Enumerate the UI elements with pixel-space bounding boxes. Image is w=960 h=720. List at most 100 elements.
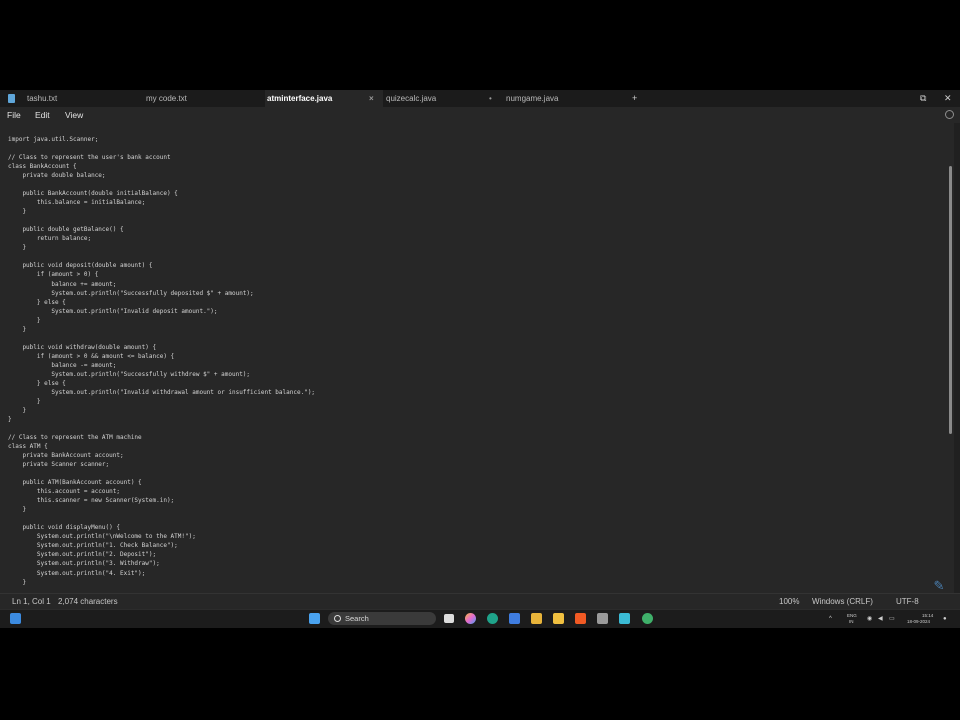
- whatsapp-icon[interactable]: [642, 613, 653, 624]
- restore-window-button[interactable]: ⧉: [920, 90, 926, 107]
- code-line: }: [8, 578, 27, 586]
- code-line: public ATM(BankAccount account) {: [8, 479, 142, 487]
- code-line: System.out.println("Successfully withdre…: [8, 370, 251, 378]
- code-line: System.out.println("Invalid deposit amou…: [8, 307, 218, 315]
- code-line: // Class to represent the user's bank ac…: [8, 154, 171, 162]
- tab-label: tashu.txt: [27, 94, 58, 103]
- code-line: import java.util.Scanner;: [8, 136, 99, 143]
- code-line: System.out.println("3. Withdraw");: [8, 560, 160, 568]
- code-line: private Scanner scanner;: [8, 461, 110, 469]
- code-line: }: [8, 208, 27, 216]
- code-line: this.account = account;: [8, 488, 120, 496]
- line-ending[interactable]: Windows (CRLF): [812, 594, 873, 609]
- file-explorer-icon[interactable]: [531, 613, 542, 624]
- code-line: public BankAccount(double initialBalance…: [8, 190, 178, 198]
- folder-icon[interactable]: [553, 613, 564, 624]
- code-line: balance += amount;: [8, 280, 117, 288]
- tab-quizecalc-java[interactable]: quizecalc.java •: [386, 90, 504, 107]
- chatgpt-icon[interactable]: [597, 613, 608, 624]
- gear-icon[interactable]: [945, 110, 954, 119]
- region-indicator: IN: [849, 619, 854, 624]
- windows-start-icon[interactable]: [10, 613, 21, 624]
- notepad-app-icon: [8, 94, 15, 103]
- code-text: import java.util.Scanner; // Class to re…: [8, 135, 315, 587]
- wifi-icon[interactable]: ◉: [867, 610, 872, 628]
- tab-label: numgame.java: [506, 94, 559, 103]
- code-line: if (amount > 0 && amount <= balance) {: [8, 352, 175, 360]
- code-line: public void withdraw(double amount) {: [8, 343, 157, 351]
- taskbar-search[interactable]: Search: [328, 612, 436, 625]
- code-line: if (amount > 0) {: [8, 271, 99, 279]
- code-line: private double balance;: [8, 172, 106, 180]
- code-line: public void deposit(double amount) {: [8, 262, 153, 270]
- vertical-scrollbar[interactable]: [949, 166, 952, 434]
- search-icon: [334, 615, 341, 622]
- code-line: System.out.println("2. Deposit");: [8, 551, 157, 559]
- tray-overflow-icon[interactable]: ^: [829, 610, 832, 628]
- text-editor[interactable]: import java.util.Scanner; // Class to re…: [0, 123, 954, 593]
- code-line: System.out.println("Invalid withdrawal a…: [8, 388, 316, 396]
- code-line: System.out.println("4. Exit");: [8, 569, 146, 577]
- encoding[interactable]: UTF-8: [896, 594, 919, 609]
- menu-file[interactable]: File: [7, 107, 21, 123]
- code-line: } else {: [8, 298, 66, 306]
- menu-view[interactable]: View: [65, 107, 83, 123]
- tab-my-code-txt[interactable]: my code.txt: [146, 90, 264, 107]
- code-line: }: [8, 406, 27, 414]
- tab-atminterface-java[interactable]: atminterface.java ×: [265, 90, 383, 107]
- code-line: return balance;: [8, 235, 92, 243]
- clock-date[interactable]: 18-09-2024: [907, 619, 930, 625]
- notification-icon[interactable]: ●: [943, 610, 947, 628]
- code-line: }: [8, 506, 27, 514]
- task-view-icon[interactable]: [444, 614, 454, 623]
- tab-bar: tashu.txt my code.txt atminterface.java …: [0, 90, 960, 107]
- unsaved-dot-icon: •: [489, 94, 492, 103]
- code-line: public void displayMenu() {: [8, 524, 120, 532]
- store-icon[interactable]: [509, 613, 520, 624]
- brave-icon[interactable]: [575, 613, 586, 624]
- code-line: this.scanner = new Scanner(System.in);: [8, 497, 175, 505]
- code-line: System.out.println("Successfully deposit…: [8, 289, 254, 297]
- battery-icon[interactable]: ▭: [889, 610, 895, 628]
- tab-close-icon[interactable]: ×: [369, 90, 374, 107]
- widgets-icon[interactable]: [309, 613, 320, 624]
- volume-icon[interactable]: ◀: [878, 610, 883, 628]
- edge-icon[interactable]: [487, 613, 498, 624]
- tab-label: quizecalc.java: [386, 94, 437, 103]
- notepad-icon[interactable]: [619, 613, 630, 624]
- code-line: }: [8, 397, 41, 405]
- code-line: System.out.println("1. Check Balance");: [8, 542, 178, 550]
- tab-numgame-java[interactable]: numgame.java: [506, 90, 624, 107]
- code-line: }: [8, 415, 12, 423]
- notepad-window: tashu.txt my code.txt atminterface.java …: [0, 90, 960, 628]
- menu-edit[interactable]: Edit: [35, 107, 50, 123]
- character-count: 2,074 characters: [58, 597, 118, 606]
- zoom-level[interactable]: 100%: [779, 594, 799, 609]
- code-line: class BankAccount {: [8, 163, 77, 171]
- cursor-position: Ln 1, Col 1: [12, 597, 51, 606]
- tab-label: my code.txt: [146, 94, 187, 103]
- new-tab-button[interactable]: +: [632, 90, 637, 107]
- code-line: balance -= amount;: [8, 361, 117, 369]
- code-line: }: [8, 325, 27, 333]
- copilot-icon[interactable]: [465, 613, 476, 624]
- code-line: }: [8, 244, 27, 252]
- code-line: } else {: [8, 379, 66, 387]
- windows-taskbar: Search ^ ENG IN ◉ ◀ ▭ 15:14 18-09-2024 ●: [0, 609, 960, 628]
- code-line: class ATM {: [8, 443, 48, 451]
- tab-tashu-txt[interactable]: tashu.txt: [27, 90, 145, 107]
- code-line: private BankAccount account;: [8, 452, 124, 460]
- copilot-float-icon[interactable]: ✎: [931, 578, 947, 593]
- code-line: // Class to represent the ATM machine: [8, 434, 142, 442]
- close-window-button[interactable]: ✕: [944, 90, 952, 107]
- menu-bar: File Edit View: [0, 107, 960, 123]
- status-bar: Ln 1, Col 1 2,074 characters 100% Window…: [0, 593, 960, 609]
- code-line: }: [8, 316, 41, 324]
